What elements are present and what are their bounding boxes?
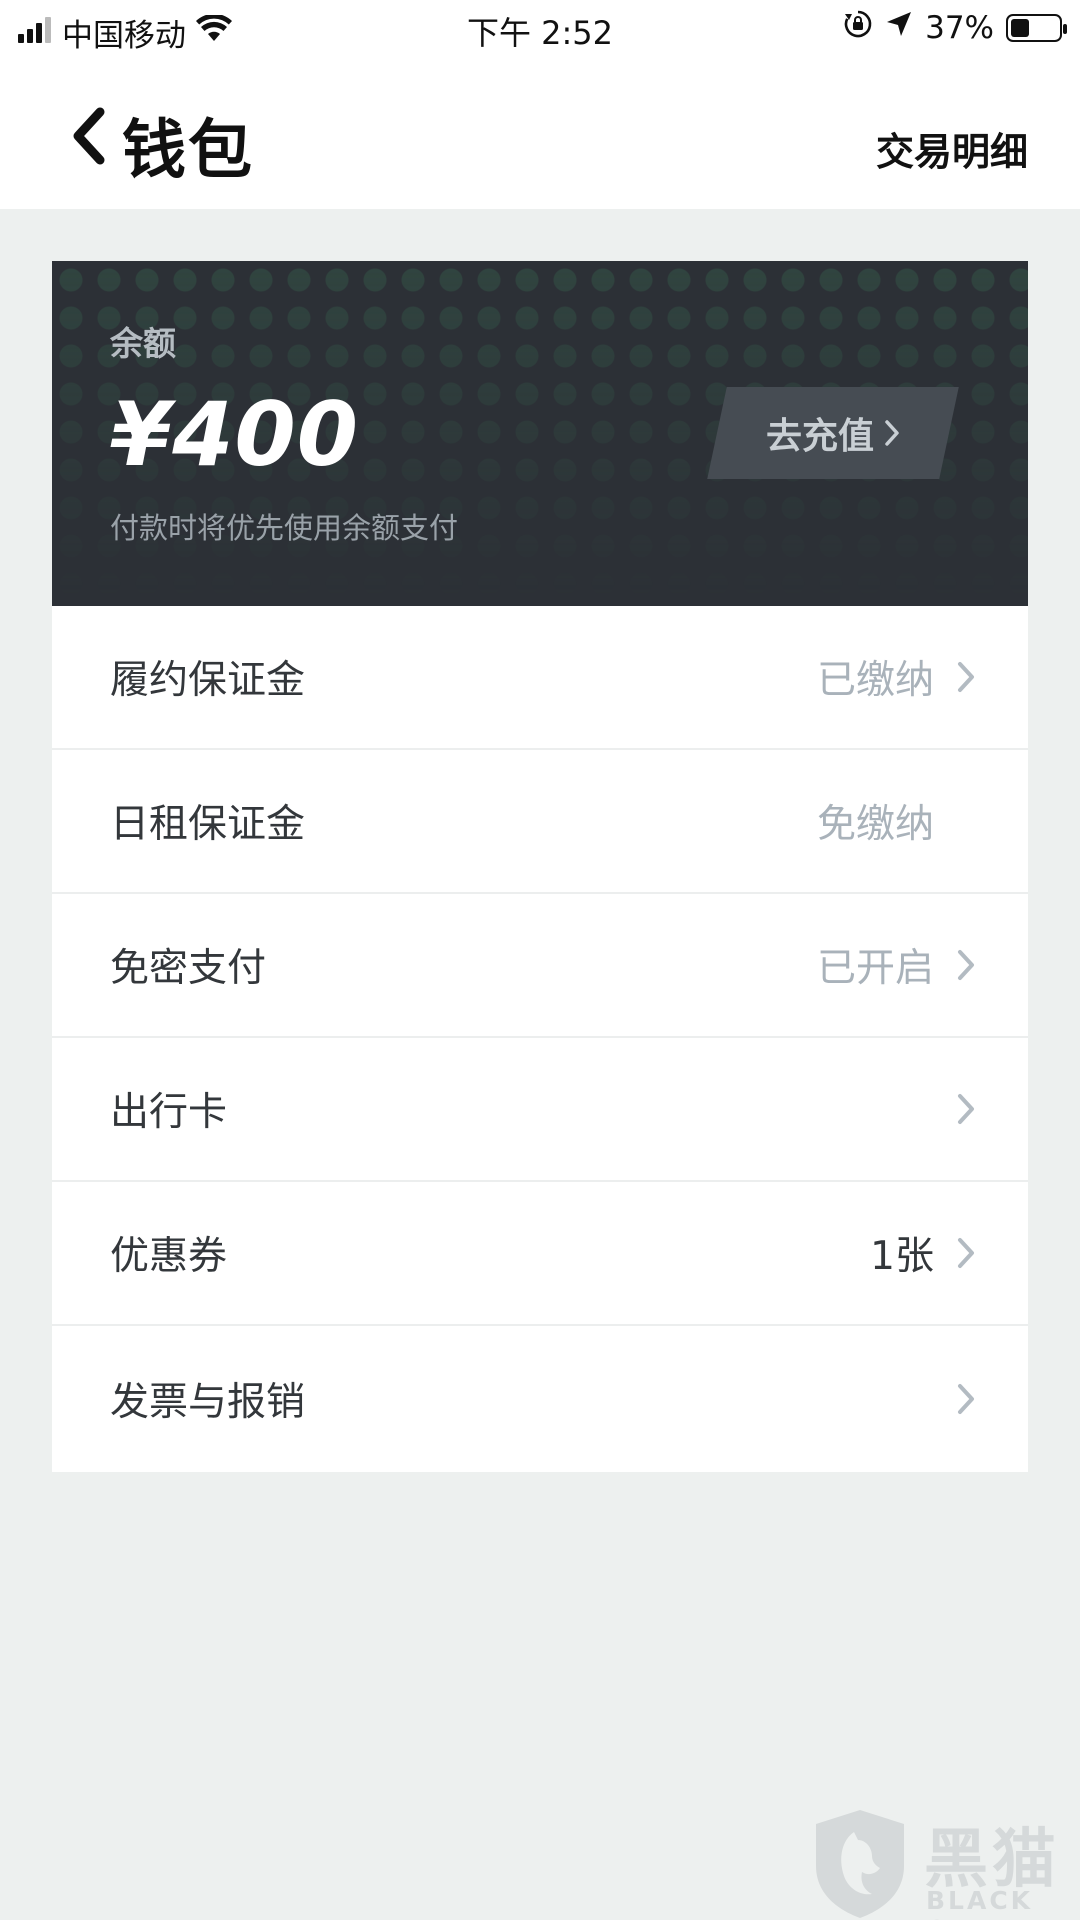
menu-row-value: 已缴纳 — [816, 658, 934, 703]
chevron-right-icon — [885, 420, 899, 446]
wallet-menu-list: 履约保证金 已缴纳日租保证金 免缴纳免密支付 已开启出行卡优惠券 1张发票与报销 — [52, 606, 1028, 1472]
menu-row-label: 发票与报销 — [110, 1380, 306, 1425]
chevron-right-icon — [954, 1233, 978, 1273]
battery-icon — [1006, 14, 1067, 42]
menu-row-value: 1张 — [870, 1234, 934, 1279]
menu-row[interactable]: 优惠券 1张 — [52, 1182, 1028, 1326]
black-cat-watermark: 黑猫 BLACK CAT — [808, 1806, 1080, 1920]
chevron-left-icon — [73, 107, 105, 165]
menu-row-label: 优惠券 — [110, 1234, 228, 1279]
menu-row-label: 出行卡 — [110, 1090, 228, 1135]
menu-row[interactable]: 发票与报销 — [52, 1326, 1028, 1472]
balance-note: 付款时将优先使用余额支付 — [110, 511, 459, 545]
transaction-details-link[interactable]: 交易明细 — [876, 121, 1028, 176]
back-button[interactable] — [58, 101, 118, 171]
recharge-label: 去充值 — [765, 416, 874, 457]
battery-percent: 37% — [925, 10, 994, 46]
menu-row[interactable]: 免密支付 已开启 — [52, 894, 1028, 1038]
nav-header: 钱包 交易明细 — [0, 55, 1080, 209]
menu-row-value: 免缴纳 — [816, 802, 934, 847]
watermark-subtitle: BLACK CAT — [926, 1886, 1034, 1920]
wallet-page: 中国移动 下午 2:52 37% 钱包 交易明细 余额 ¥400 付款时将优先使… — [0, 0, 1080, 1920]
rotation-lock-icon — [843, 9, 873, 47]
cat-shield-logo — [816, 1810, 904, 1918]
recharge-button[interactable]: 去充值 — [707, 387, 959, 479]
chevron-right-icon — [954, 945, 978, 985]
menu-row-value: 已开启 — [816, 946, 934, 991]
balance-card: 余额 ¥400 付款时将优先使用余额支付 去充值 — [52, 261, 1028, 606]
menu-row[interactable]: 日租保证金 免缴纳 — [52, 750, 1028, 894]
location-icon — [885, 10, 913, 46]
status-right: 37% — [843, 9, 1067, 47]
balance-label: 余额 — [110, 324, 176, 363]
chevron-right-icon — [954, 1379, 978, 1419]
battery-level — [1011, 19, 1029, 37]
page-title: 钱包 — [122, 114, 254, 188]
menu-row[interactable]: 履约保证金 已缴纳 — [52, 606, 1028, 750]
chevron-right-icon — [954, 657, 978, 697]
menu-row-label: 免密支付 — [110, 946, 267, 991]
menu-row-label: 履约保证金 — [110, 658, 306, 703]
menu-row-label: 日租保证金 — [110, 802, 306, 847]
chevron-right-icon — [954, 1089, 978, 1129]
balance-amount: ¥400 — [110, 383, 359, 486]
status-bar: 中国移动 下午 2:52 37% — [0, 0, 1080, 55]
menu-row[interactable]: 出行卡 — [52, 1038, 1028, 1182]
